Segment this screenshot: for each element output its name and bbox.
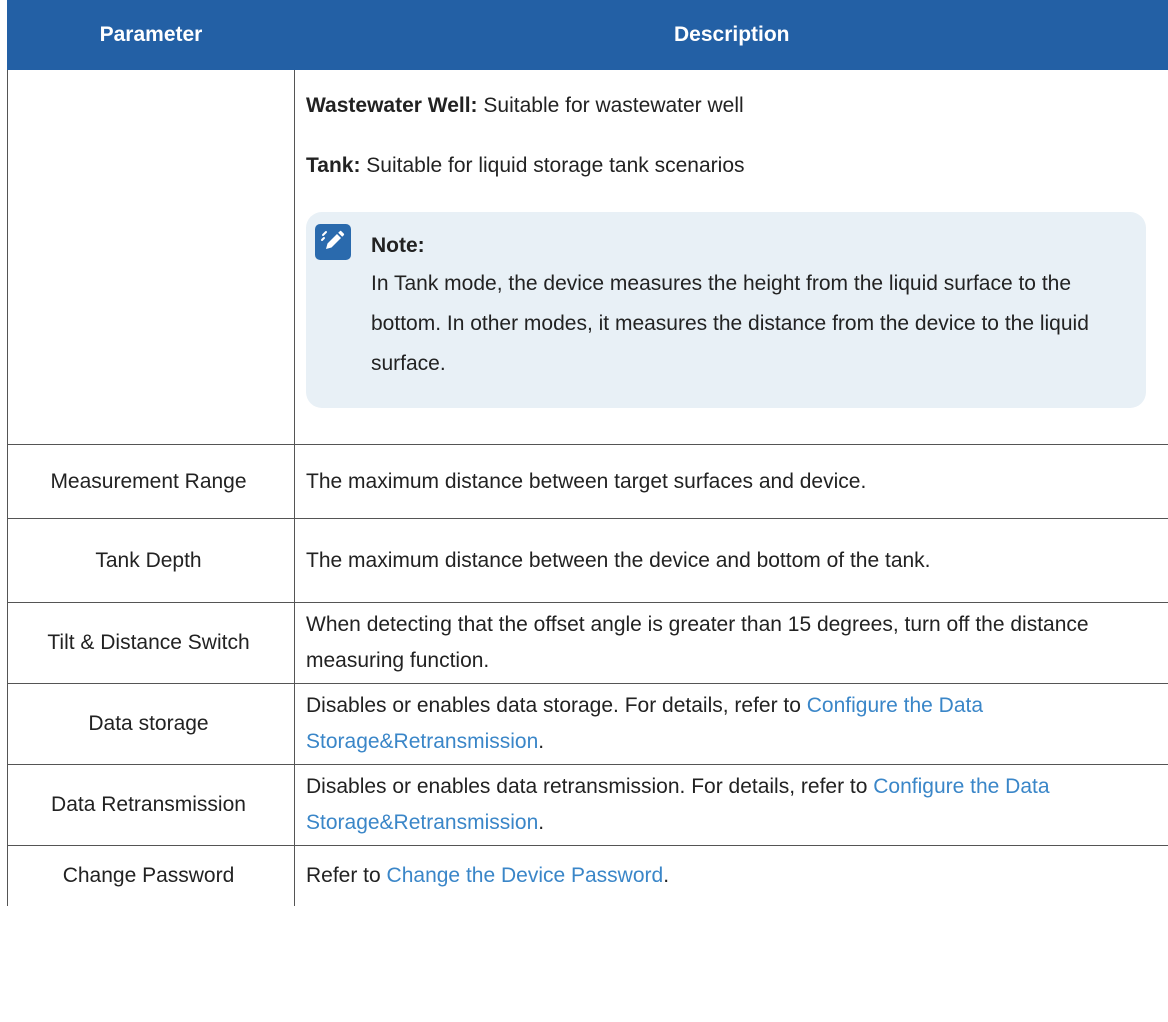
description-cell: Wastewater Well: Suitable for wastewater… bbox=[294, 70, 1168, 445]
description-suffix: . bbox=[663, 864, 670, 887]
table-row: Tilt & Distance Switch When detecting th… bbox=[7, 602, 1168, 684]
parameter-cell: Change Password bbox=[7, 845, 295, 906]
parameter-cell: Measurement Range bbox=[7, 444, 295, 519]
mode-line-tank: Tank: Suitable for liquid storage tank s… bbox=[306, 136, 1158, 196]
table-row: Data Retransmission Disables or enables … bbox=[7, 764, 1168, 846]
table-header-row: Parameter Description bbox=[7, 0, 1168, 70]
parameter-cell: Data storage bbox=[7, 683, 295, 765]
parameter-cell: Tilt & Distance Switch bbox=[7, 602, 295, 684]
description-cell: Refer to Change the Device Password. bbox=[294, 845, 1168, 906]
description-suffix: . bbox=[538, 730, 545, 753]
description-cell: The maximum distance between target surf… bbox=[294, 444, 1168, 519]
note-title: Note: bbox=[371, 234, 425, 257]
note-body: In Tank mode, the device measures the he… bbox=[371, 272, 1089, 375]
parameter-cell bbox=[7, 70, 295, 445]
table-row: Tank Depth The maximum distance between … bbox=[7, 518, 1168, 603]
mode-label: Tank: bbox=[306, 154, 361, 177]
parameter-cell: Data Retransmission bbox=[7, 764, 295, 846]
mode-line-wastewater: Wastewater Well: Suitable for wastewater… bbox=[306, 76, 1158, 136]
table-row: Wastewater Well: Suitable for wastewater… bbox=[7, 70, 1168, 445]
description-cell: The maximum distance between the device … bbox=[294, 518, 1168, 603]
description-text: Disables or enables data storage. For de… bbox=[306, 694, 807, 717]
note-box: Note: In Tank mode, the device measures … bbox=[306, 212, 1146, 408]
description-suffix: . bbox=[538, 811, 545, 834]
parameter-cell: Tank Depth bbox=[7, 518, 295, 603]
mode-text: Suitable for liquid storage tank scenari… bbox=[360, 154, 745, 177]
mode-text: Suitable for wastewater well bbox=[477, 94, 744, 117]
header-parameter: Parameter bbox=[7, 0, 295, 70]
header-description: Description bbox=[294, 0, 1168, 70]
pencil-note-icon bbox=[315, 224, 351, 260]
table-row: Measurement Range The maximum distance b… bbox=[7, 444, 1168, 519]
description-cell: Disables or enables data retransmission.… bbox=[294, 764, 1168, 846]
mode-label: Wastewater Well: bbox=[306, 94, 478, 117]
description-text: Refer to bbox=[306, 864, 387, 887]
description-cell: Disables or enables data storage. For de… bbox=[294, 683, 1168, 765]
parameter-table: Parameter Description Wastewater Well: S… bbox=[7, 0, 1168, 906]
table-row: Data storage Disables or enables data st… bbox=[7, 683, 1168, 765]
description-cell: When detecting that the offset angle is … bbox=[294, 602, 1168, 684]
table-row: Change Password Refer to Change the Devi… bbox=[7, 845, 1168, 906]
description-text: Disables or enables data retransmission.… bbox=[306, 775, 874, 798]
change-password-link[interactable]: Change the Device Password bbox=[387, 864, 664, 887]
